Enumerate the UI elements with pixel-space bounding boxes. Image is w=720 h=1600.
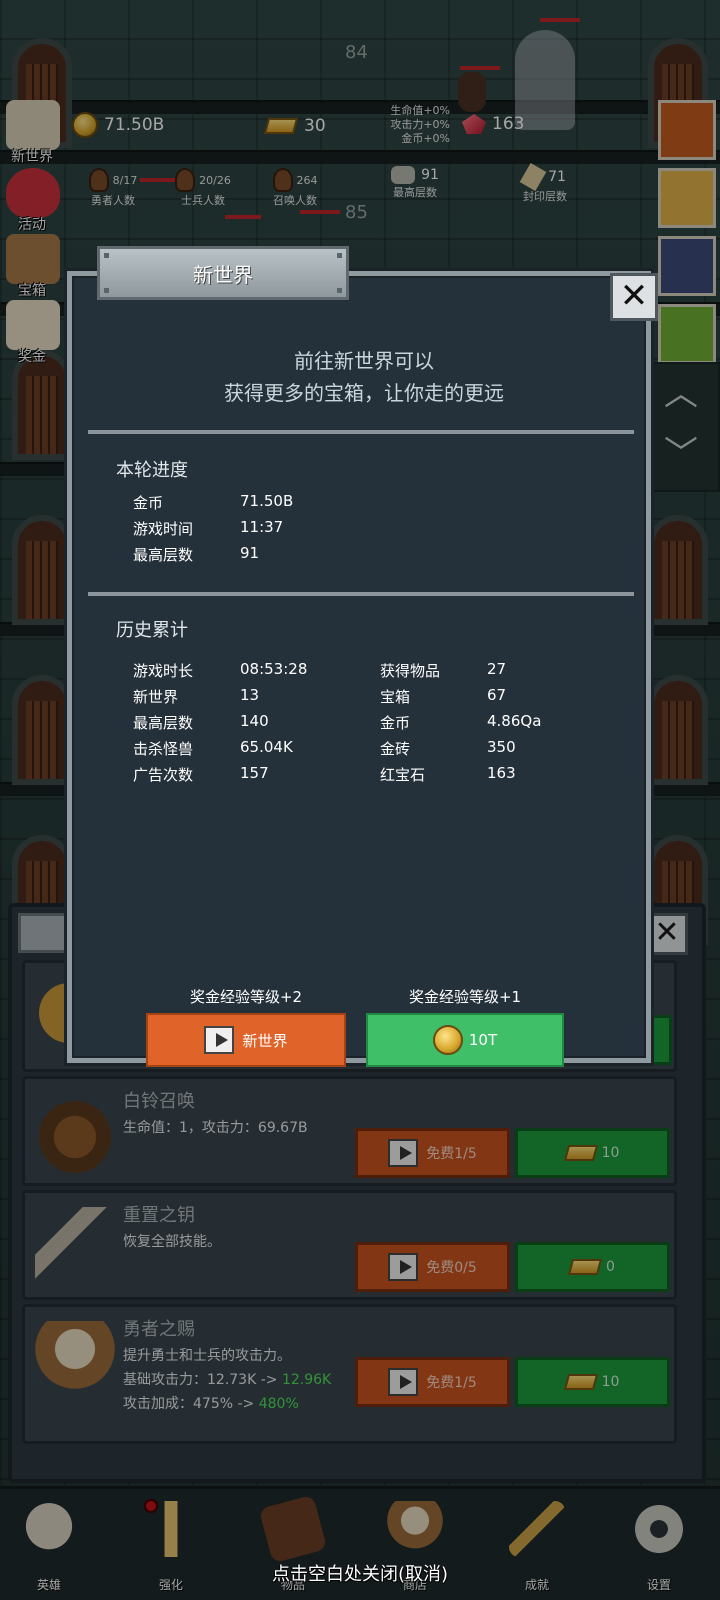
stat-label: 击杀怪兽 [133, 740, 194, 758]
stat-label: 广告次数 [133, 766, 194, 784]
section-divider [88, 592, 634, 596]
stat-value: 08:53:28 [240, 660, 308, 678]
stat-label: 宝箱 [380, 688, 411, 706]
stat-label: 游戏时长 [133, 662, 194, 680]
bonus-level-label: 奖金经验等级+1 [408, 988, 522, 1006]
stat-value: 27 [487, 660, 507, 678]
stat-label: 金币 [133, 494, 164, 512]
intro-line-2: 获得更多的宝箱，让你走的更远 [224, 381, 504, 405]
stat-label: 最高层数 [133, 546, 194, 564]
stat-label: 新世界 [133, 688, 179, 706]
stat-value: 4.86Qa [487, 712, 542, 730]
bonus-level-label: 奖金经验等级+2 [189, 988, 303, 1006]
new-world-ad-button[interactable]: 新世界 [146, 1013, 346, 1067]
dialog-title-tab: 新世界 [97, 246, 349, 300]
dialog-intro: 前往新世界可以 获得更多的宝箱，让你走的更远 [67, 345, 661, 409]
stat-value: 11:37 [240, 518, 284, 536]
stat-label: 最高层数 [133, 714, 194, 732]
stat-value: 157 [240, 764, 269, 782]
stat-value: 140 [240, 712, 269, 730]
stat-value: 67 [487, 686, 507, 704]
stat-value: 13 [240, 686, 260, 704]
history-title: 历史累计 [116, 620, 188, 641]
gold-cost-label: 10T [468, 1031, 498, 1049]
stat-value: 350 [487, 738, 516, 756]
new-world-gold-button[interactable]: 10T [366, 1013, 564, 1067]
intro-line-1: 前往新世界可以 [294, 349, 434, 373]
new-world-button-label: 新世界 [242, 1031, 288, 1050]
video-play-icon [204, 1026, 235, 1054]
close-icon[interactable]: ✕ [610, 273, 658, 321]
game-screen: 84 85 71.50B 30 生命值+0% 攻击力+0% 金币+0% 163 … [0, 0, 720, 1600]
stat-label: 金砖 [380, 740, 411, 758]
stat-label: 游戏时间 [133, 520, 194, 538]
gold-coin-icon [432, 1025, 463, 1055]
stat-value: 65.04K [240, 738, 293, 756]
stat-label: 金币 [380, 714, 411, 732]
stat-value: 163 [487, 764, 516, 782]
round-progress-title: 本轮进度 [116, 460, 188, 481]
dialog-title: 新世界 [193, 262, 253, 287]
close-hint: 点击空白处关闭(取消) [271, 1564, 449, 1585]
section-divider [88, 430, 634, 434]
stat-value: 91 [240, 544, 260, 562]
stat-label: 获得物品 [380, 662, 441, 680]
stat-label: 红宝石 [380, 766, 426, 784]
stat-value: 71.50B [240, 492, 294, 510]
